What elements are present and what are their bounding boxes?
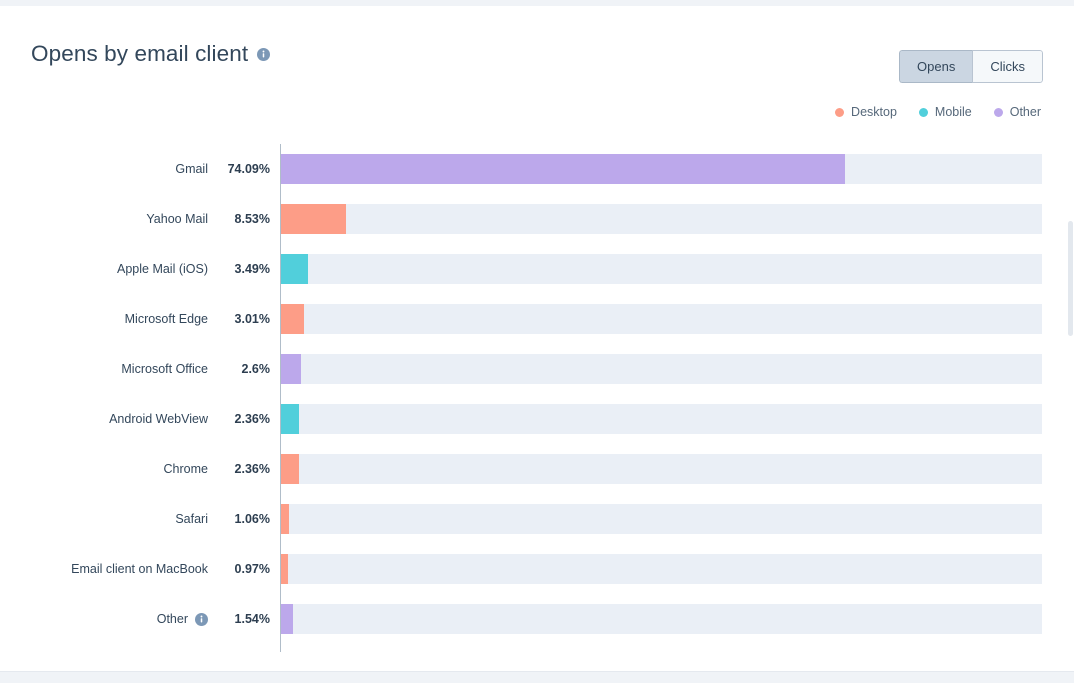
chart-bar-track	[281, 204, 1042, 234]
chart-row[interactable]: Apple Mail (iOS) 3.49%	[0, 244, 1074, 294]
chart-row-label: Yahoo Mail	[0, 211, 208, 227]
chart-bar-fill[interactable]	[281, 354, 301, 384]
chart-row-label: Microsoft Edge	[0, 311, 208, 327]
chart-bar-track	[281, 254, 1042, 284]
toggle-opens-button[interactable]: Opens	[899, 50, 972, 83]
page-title: Opens by email client	[31, 40, 248, 68]
chart-bar-fill[interactable]	[281, 404, 299, 434]
chart-row-label: Safari	[0, 511, 208, 527]
chart-bar-track	[281, 504, 1042, 534]
legend-dot-other	[994, 108, 1003, 117]
legend-label-other: Other	[1010, 104, 1041, 120]
chart-row-value: 3.49%	[214, 261, 270, 277]
chart-row-label: Microsoft Office	[0, 361, 208, 377]
legend-item-desktop[interactable]: Desktop	[835, 104, 897, 120]
legend-label-mobile: Mobile	[935, 104, 972, 120]
chart-row[interactable]: Yahoo Mail 8.53%	[0, 194, 1074, 244]
chart-bar-fill[interactable]	[281, 504, 289, 534]
chart-row-value: 1.06%	[214, 511, 270, 527]
page-scrollbar-thumb[interactable]	[1068, 221, 1073, 336]
chart-legend: Desktop Mobile Other	[835, 104, 1041, 120]
chart-bar-track	[281, 554, 1042, 584]
chart-row-label: Android WebView	[0, 411, 208, 427]
chart-bar-track	[281, 154, 1042, 184]
chart-bar-track	[281, 354, 1042, 384]
chart-card: Opens by email client Opens Clicks Deskt…	[0, 6, 1074, 671]
legend-dot-mobile	[919, 108, 928, 117]
chart-row-label-text: Android WebView	[109, 411, 208, 427]
chart-row-value: 3.01%	[214, 311, 270, 327]
chart-bar-fill[interactable]	[281, 454, 299, 484]
chart-rows: Gmail 74.09% Yahoo Mail 8.53% Apple Mail (iO…	[0, 144, 1074, 644]
chart-row-label-text: Microsoft Office	[121, 361, 208, 377]
chart-row-value: 8.53%	[214, 211, 270, 227]
legend-dot-desktop	[835, 108, 844, 117]
chart-row-value: 74.09%	[214, 161, 270, 177]
page-root: Opens by email client Opens Clicks Deskt…	[0, 0, 1074, 683]
chart-row-value: 2.6%	[214, 361, 270, 377]
chart-bar-fill[interactable]	[281, 554, 288, 584]
chart-row-label-text: Safari	[175, 511, 208, 527]
chart-row-label: Chrome	[0, 461, 208, 477]
chart-row-label: Other	[0, 611, 208, 627]
chart-bar-fill[interactable]	[281, 154, 845, 184]
chart-row-label: Gmail	[0, 161, 208, 177]
chart-row[interactable]: Other 1.54%	[0, 594, 1074, 644]
chart-row-value: 2.36%	[214, 411, 270, 427]
chart-row-label-text: Gmail	[175, 161, 208, 177]
chart-row-label: Apple Mail (iOS)	[0, 261, 208, 277]
chart-bar-fill[interactable]	[281, 254, 308, 284]
chart-row-label-text: Microsoft Edge	[125, 311, 208, 327]
chart-row[interactable]: Microsoft Office 2.6%	[0, 344, 1074, 394]
chart-row[interactable]: Email client on MacBook 0.97%	[0, 544, 1074, 594]
chart-row-label-text: Other	[157, 611, 188, 627]
chart-row-value: 0.97%	[214, 561, 270, 577]
page-scrollbar[interactable]	[1067, 6, 1074, 671]
chart-row-label-text: Chrome	[164, 461, 208, 477]
title-wrap: Opens by email client	[31, 40, 270, 68]
chart-row-value: 2.36%	[214, 461, 270, 477]
chart-bar-track	[281, 304, 1042, 334]
legend-item-mobile[interactable]: Mobile	[919, 104, 972, 120]
chart-row[interactable]: Android WebView 2.36%	[0, 394, 1074, 444]
chart-bar-fill[interactable]	[281, 204, 346, 234]
chart-row-value: 1.54%	[214, 611, 270, 627]
chart-row-label: Email client on MacBook	[0, 561, 208, 577]
chart-row[interactable]: Chrome 2.36%	[0, 444, 1074, 494]
card-header: Opens by email client Opens Clicks	[31, 40, 1043, 80]
legend-item-other[interactable]: Other	[994, 104, 1041, 120]
chart-row[interactable]: Microsoft Edge 3.01%	[0, 294, 1074, 344]
legend-label-desktop: Desktop	[851, 104, 897, 120]
title-info-icon[interactable]	[257, 48, 270, 61]
bar-chart: Gmail 74.09% Yahoo Mail 8.53% Apple Mail (iO…	[0, 144, 1074, 654]
metric-toggle-group[interactable]: Opens Clicks	[899, 50, 1043, 83]
toggle-clicks-button[interactable]: Clicks	[972, 50, 1043, 83]
chart-bar-track	[281, 454, 1042, 484]
chart-bar-track	[281, 404, 1042, 434]
chart-row[interactable]: Gmail 74.09%	[0, 144, 1074, 194]
chart-row[interactable]: Safari 1.06%	[0, 494, 1074, 544]
chart-bar-fill[interactable]	[281, 304, 304, 334]
bottom-band	[0, 671, 1074, 683]
chart-row-label-text: Yahoo Mail	[146, 211, 208, 227]
chart-row-label-text: Apple Mail (iOS)	[117, 261, 208, 277]
chart-bar-fill[interactable]	[281, 604, 293, 634]
chart-row-label-text: Email client on MacBook	[71, 561, 208, 577]
row-info-icon[interactable]	[195, 613, 208, 626]
chart-bar-track	[281, 604, 1042, 634]
